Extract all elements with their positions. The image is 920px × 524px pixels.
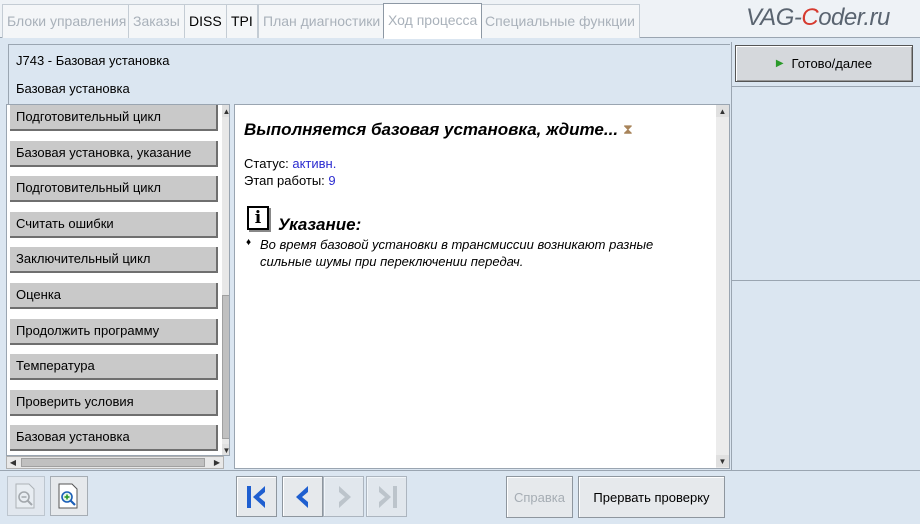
- process-content-panel: Выполняется базовая установка, ждите... …: [234, 104, 730, 469]
- right-panel-divider: [732, 280, 920, 281]
- tab-control-units[interactable]: Блоки управления: [2, 4, 132, 38]
- logo-part-c: C: [801, 4, 819, 31]
- tab-diss[interactable]: DISS: [184, 4, 227, 38]
- zoom-in-icon: [58, 483, 78, 509]
- scroll-up-icon[interactable]: ▲: [222, 105, 229, 117]
- list-item-evaluation[interactable]: Оценка: [10, 283, 218, 309]
- list-item-basic-setting[interactable]: Базовая установка: [10, 425, 218, 451]
- list-scroll-thumb[interactable]: [222, 295, 229, 439]
- scroll-down-icon[interactable]: ▼: [716, 455, 729, 467]
- stage-value: 9: [328, 173, 336, 188]
- tab-bar: Блоки управления Заказы DISS TPI План ди…: [0, 0, 920, 39]
- skip-last-icon: [378, 485, 397, 508]
- list-item-temperature[interactable]: Температура: [10, 354, 218, 380]
- tab-process-flow[interactable]: Ход процесса: [383, 3, 483, 39]
- first-step-button[interactable]: [236, 476, 277, 517]
- ready-next-label: Готово/далее: [791, 56, 873, 71]
- scroll-left-icon[interactable]: ◀: [7, 457, 19, 468]
- logo-part-oder: oder.ru: [818, 4, 890, 31]
- stage-label: Этап работы:: [244, 173, 325, 188]
- previous-step-button[interactable]: [282, 476, 323, 517]
- logo-part-vag: VAG-: [746, 4, 802, 31]
- test-header: J743 - Базовая установка Базовая установ…: [8, 44, 730, 104]
- bullet-icon: ♦: [246, 237, 252, 248]
- list-item-continue-program[interactable]: Продолжить программу: [10, 319, 218, 345]
- help-button[interactable]: Справка: [506, 476, 573, 518]
- status-value: активн.: [292, 156, 337, 171]
- tab-special-functions[interactable]: Специальные функции: [480, 4, 640, 38]
- status-line: Статус: активн.: [244, 156, 336, 171]
- note-text: Во время базовой установки в трансмиссии…: [260, 237, 654, 269]
- list-item-check-conditions[interactable]: Проверить условия: [10, 390, 218, 416]
- list-item-read-faults[interactable]: Считать ошибки: [10, 212, 218, 238]
- list-horizontal-scrollbar[interactable]: ◀ ▶: [6, 456, 224, 469]
- tab-orders[interactable]: Заказы: [128, 4, 185, 38]
- list-hscroll-thumb[interactable]: [21, 458, 205, 467]
- chevron-right-icon: [338, 485, 351, 508]
- right-panel: ▶ Готово/далее: [731, 42, 920, 512]
- tab-diagnosis-plan[interactable]: План диагностики: [258, 4, 386, 38]
- right-panel-divider: [732, 86, 920, 87]
- last-step-button[interactable]: [366, 476, 407, 517]
- note-title: Указание:: [278, 215, 362, 234]
- play-arrow-icon: ▶: [775, 58, 784, 69]
- list-item-prep-cycle-2[interactable]: Подготовительный цикл: [10, 176, 218, 202]
- scroll-right-icon[interactable]: ▶: [211, 457, 223, 468]
- header-test-name: J743 - Базовая установка: [16, 53, 170, 68]
- bottom-toolbar: Справка Прервать проверку: [0, 470, 920, 524]
- tab-tpi[interactable]: TPI: [226, 4, 258, 38]
- zoom-out-button[interactable]: [7, 476, 45, 516]
- stage-line: Этап работы: 9: [244, 173, 336, 188]
- ready-next-button[interactable]: ▶ Готово/далее: [735, 45, 913, 82]
- list-item-basic-setting-note[interactable]: Базовая установка, указание: [10, 141, 218, 167]
- content-vertical-scrollbar[interactable]: ▲ ▼: [716, 105, 729, 468]
- scroll-up-icon[interactable]: ▲: [716, 105, 729, 117]
- next-step-button[interactable]: [323, 476, 364, 517]
- list-item-final-cycle[interactable]: Заключительный цикл: [10, 247, 218, 273]
- list-vertical-scrollbar[interactable]: ▲ ▼: [222, 105, 229, 455]
- status-label: Статус:: [244, 156, 289, 171]
- test-step-list: Подготовительный цикл Базовая установка,…: [6, 104, 230, 456]
- info-icon: i: [247, 206, 269, 230]
- header-subtitle: Базовая установка: [16, 81, 130, 96]
- zoom-in-button[interactable]: [50, 476, 88, 516]
- chevron-left-icon: [295, 485, 308, 508]
- abort-test-button[interactable]: Прервать проверку: [578, 476, 725, 518]
- list-item-prep-cycle[interactable]: Подготовительный цикл: [10, 105, 218, 131]
- hourglass-icon: ⧗: [623, 121, 633, 137]
- process-title: Выполняется базовая установка, ждите...: [244, 120, 619, 139]
- skip-first-icon: [246, 485, 265, 508]
- zoom-out-icon: [15, 483, 35, 509]
- watermark-logo: VAG-Coder.ru: [746, 4, 890, 32]
- scroll-down-icon[interactable]: ▼: [222, 444, 229, 455]
